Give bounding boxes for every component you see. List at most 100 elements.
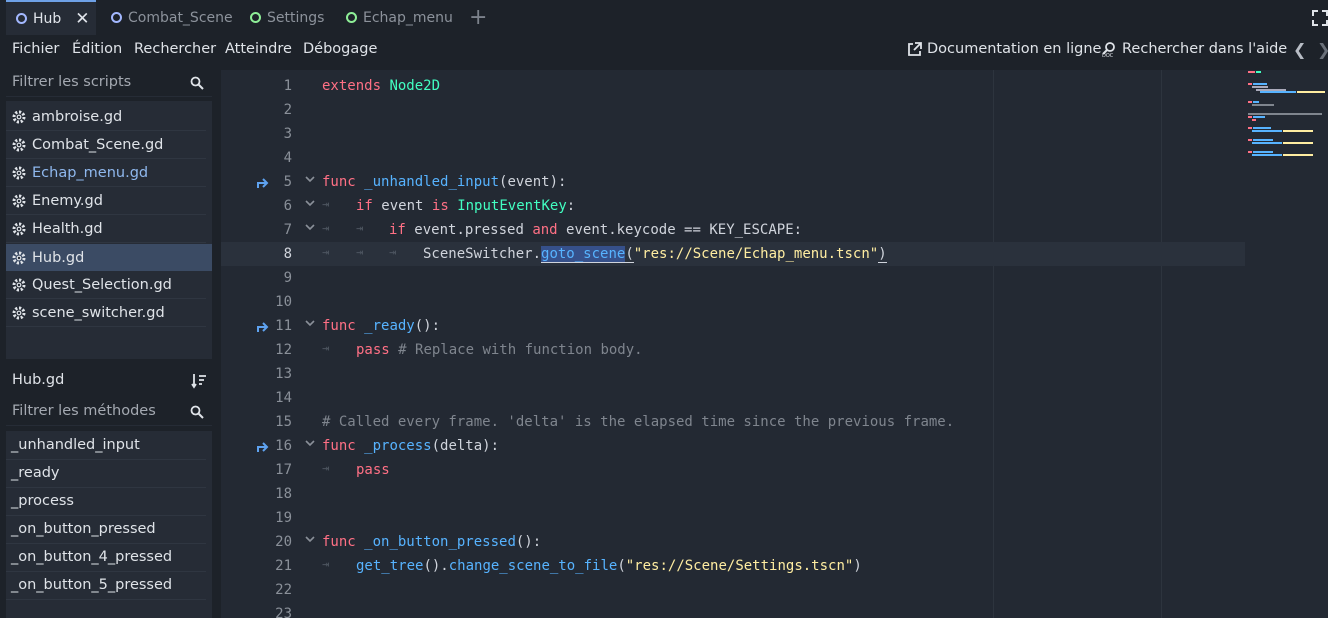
method-list-item[interactable]: _on_button_5_pressed (6, 573, 206, 600)
code-line[interactable]: 5 func _unhandled_input(event): (221, 170, 1245, 194)
scene-dot-icon (250, 12, 261, 23)
menu-edit[interactable]: Édition (72, 41, 122, 57)
script-list-item[interactable]: Health.gd (6, 216, 206, 243)
menu-bar: Fichier Édition Rechercher Atteindre Déb… (0, 35, 1328, 67)
code-token: "res://Scene/Echap_menu.tscn" (633, 246, 879, 262)
script-list-item[interactable]: scene_switcher.gd (6, 300, 206, 327)
method-list-item[interactable]: _process (6, 489, 206, 516)
gear-icon (12, 166, 26, 180)
code-token: pass (356, 462, 390, 478)
fold-arrow-icon[interactable] (305, 174, 315, 184)
code-line[interactable]: 2 (221, 98, 1245, 122)
script-list-item[interactable]: Echap_menu.gd (6, 160, 206, 187)
code-line[interactable]: 17 ⇥ pass (221, 458, 1245, 482)
script-list-item[interactable]: Hub.gd (6, 244, 212, 271)
online-docs-link[interactable]: Documentation en ligne (907, 41, 1101, 57)
code-token: _unhandled_input (364, 174, 500, 190)
code-line[interactable]: 1 extends Node2D (221, 74, 1245, 98)
code-line[interactable]: 11 func _ready(): (221, 314, 1245, 338)
code-line[interactable]: 21 ⇥ get_tree().change_scene_to_file("re… (221, 554, 1245, 578)
gear-icon (12, 194, 26, 208)
line-number: 13 (275, 366, 292, 382)
line-number: 12 (275, 342, 292, 358)
method-list-item[interactable]: _on_button_pressed (6, 517, 206, 544)
script-list-item[interactable]: Quest_Selection.gd (6, 272, 206, 299)
code-token: "res://Scene/Settings.tscn" (625, 558, 854, 574)
code-line[interactable]: 3 (221, 122, 1245, 146)
code-line[interactable]: 12 ⇥ pass # Replace with function body. (221, 338, 1245, 362)
close-icon[interactable]: ✕ (75, 9, 89, 29)
override-arrow-icon[interactable] (256, 175, 270, 189)
code-line[interactable]: 9 (221, 266, 1245, 290)
code-line[interactable]: 4 (221, 146, 1245, 170)
fold-arrow-icon[interactable] (305, 222, 315, 232)
tab-settings[interactable]: Settings (250, 2, 324, 33)
method-list-item[interactable]: _unhandled_input (6, 433, 206, 460)
code-line[interactable]: 23 (221, 602, 1245, 618)
fold-arrow-icon[interactable] (305, 438, 315, 448)
line-number: 2 (283, 102, 292, 118)
fullscreen-icon[interactable] (1312, 10, 1328, 26)
code-minimap[interactable] (1247, 70, 1328, 170)
sort-icon[interactable] (191, 373, 207, 389)
line-number: 21 (275, 558, 292, 574)
indent-marker-icon: ⇥ (322, 221, 330, 235)
code-token: _ready (364, 318, 415, 334)
script-list-item[interactable]: ambroise.gd (6, 104, 206, 131)
help-search-icon: DOC (1102, 42, 1115, 57)
override-arrow-icon[interactable] (256, 439, 270, 453)
override-arrow-icon[interactable] (256, 319, 270, 333)
indent-marker-icon: ⇥ (389, 245, 397, 259)
method-list-item[interactable]: _ready (6, 461, 206, 488)
method-filter-input[interactable]: Filtrer les méthodes (6, 399, 212, 426)
tab-hub[interactable]: Hub ✕ (6, 0, 96, 35)
indent-marker-icon: ⇥ (322, 461, 330, 475)
menu-search[interactable]: Rechercher (134, 41, 216, 57)
script-list-item[interactable]: Combat_Scene.gd (6, 132, 206, 159)
code-line[interactable]: 8 ⇥ ⇥ ⇥ SceneSwitcher.goto_scene("res://… (221, 242, 1245, 266)
menu-debug[interactable]: Débogage (303, 41, 377, 57)
gear-icon (12, 278, 26, 292)
tab-label: Hub (33, 10, 62, 27)
gear-icon (12, 138, 26, 152)
code-line[interactable]: 20 func _on_button_pressed(): (221, 530, 1245, 554)
current-script-name: Hub.gd (12, 372, 65, 388)
line-number: 4 (283, 150, 292, 166)
fold-arrow-icon[interactable] (305, 318, 315, 328)
add-tab-icon[interactable]: + (469, 5, 487, 30)
script-list-item[interactable]: Enemy.gd (6, 188, 206, 215)
line-number: 16 (275, 438, 292, 454)
fold-arrow-icon[interactable] (305, 534, 315, 544)
code-token: ) (878, 246, 887, 263)
search-help-button[interactable]: DOC Rechercher dans l'aide (1101, 41, 1287, 57)
current-script-label: Hub.gd (6, 367, 180, 395)
code-token: SceneSwitcher. (423, 246, 542, 262)
method-list-item[interactable]: _on_button_4_pressed (6, 545, 206, 572)
code-token: ) (853, 558, 862, 574)
code-line[interactable]: 7 ⇥ ⇥ if event.pressed and event.keycode… (221, 218, 1245, 242)
script-filter-input[interactable]: Filtrer les scripts (6, 70, 212, 97)
code-line[interactable]: 15 # Called every frame. 'delta' is the … (221, 410, 1245, 434)
code-line[interactable]: 14 (221, 386, 1245, 410)
code-token: event (381, 198, 424, 214)
code-line[interactable]: 18 (221, 482, 1245, 506)
code-line[interactable]: 16 func _process(delta): (221, 434, 1245, 458)
code-token: (). (423, 558, 449, 574)
chevron-right-icon[interactable]: ❯ (1317, 40, 1328, 59)
menu-goto[interactable]: Atteindre (225, 41, 292, 57)
code-line[interactable]: 10 (221, 290, 1245, 314)
code-line[interactable]: 19 (221, 506, 1245, 530)
search-icon (190, 76, 204, 90)
code-token: Node2D (389, 78, 441, 94)
code-line[interactable]: 6 ⇥ if event is InputEventKey: (221, 194, 1245, 218)
menu-file[interactable]: Fichier (12, 41, 59, 57)
tab-combat-scene[interactable]: Combat_Scene (111, 2, 233, 33)
chevron-left-icon[interactable]: ❮ (1293, 40, 1306, 59)
code-line[interactable]: 13 (221, 362, 1245, 386)
tab-echap-menu[interactable]: Echap_menu (346, 2, 453, 33)
script-filter-placeholder: Filtrer les scripts (12, 74, 132, 90)
fold-arrow-icon[interactable] (305, 198, 315, 208)
code-line[interactable]: 22 (221, 578, 1245, 602)
script-name: Echap_menu.gd (32, 165, 149, 181)
code-comment: # Called every frame. 'delta' is the ela… (322, 414, 955, 430)
